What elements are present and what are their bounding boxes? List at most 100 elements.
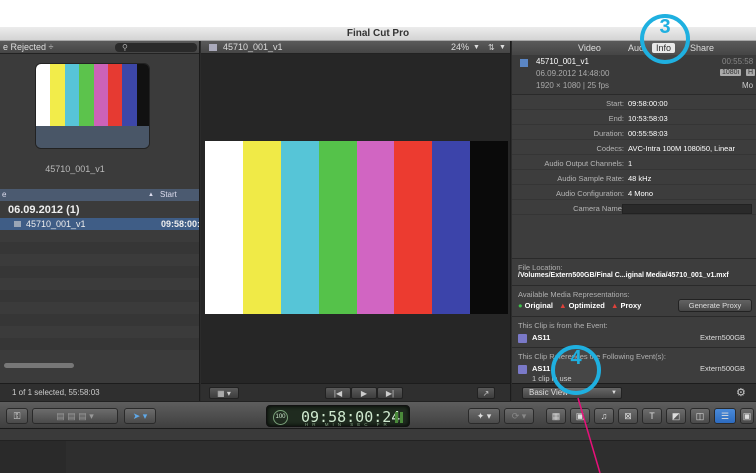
callout-4-number: 4 [570,347,582,369]
chevron-down-icon: ▼ [611,390,617,396]
column-start[interactable]: Start [160,189,177,201]
group-title: 06.09.2012 (1) [8,204,80,216]
browser-scrollbar[interactable] [4,363,74,368]
callout-3-number: 3 [659,16,671,38]
next-button[interactable]: ▶| [377,387,403,399]
summary-date: 06.09.2012 14:48:00 [536,69,610,78]
zoom-popup[interactable]: 24% [451,41,469,54]
key-icon[interactable]: ⚿ [6,408,28,424]
thumb-bar-5 [107,64,123,126]
property-row: Audio Configuration: 4 Mono [512,187,756,200]
property-value: AVC-Intra 100M 1080i50, Linear [628,144,736,153]
chevron-down-icon[interactable]: ▼ [473,41,480,54]
event-group-row[interactable]: 06.09.2012 (1) [0,202,199,218]
empty-rows [0,230,199,350]
property-row: Start: 09:58:00:00 [512,97,756,110]
callout-4: 4 [551,345,601,395]
mode-label: Mo [742,81,754,90]
viewer-bar-7 [470,141,508,314]
action-gear-icon[interactable]: ⚙ [736,386,746,399]
timecode-units: HR MIN SEC FR [305,422,391,427]
summary-clip-name: 45710_001_v1 [536,57,589,66]
event-icon [518,365,527,374]
available-media-label: Available Media Representations: [518,290,630,299]
timecode-badge: 100 [273,410,288,425]
event-icon [518,334,527,343]
property-key: Audio Sample Rate: [557,174,624,183]
property-key: Audio Configuration: [556,189,624,198]
edit-buttons[interactable]: ▤ ▤ ▤ ▾ [32,408,118,424]
view-options-button[interactable]: ▦ ▾ [209,387,239,399]
thumb-bar-1 [50,64,65,126]
clip-thumbnail[interactable] [35,63,150,149]
enhancements-button[interactable]: ✦ ▾ [468,408,500,424]
tab-share[interactable]: Share [690,41,714,55]
thumb-bar-3 [79,64,94,126]
summary-format: 1920 × 1080 | 25 fps [536,81,610,90]
viewer-title: 45710_001_v1 [223,42,283,52]
event1-volume: Extern500GB [700,333,746,342]
callout-3: 3 [640,14,690,64]
inspector-toggle-button[interactable]: ☰ [714,408,736,424]
viewer-controls: ▦ ▾ |◀ ▶ ▶| ↗ [201,383,510,401]
thumb-bar-2 [64,64,80,126]
event1-name[interactable]: AS11 [532,333,550,342]
audio-meter-icon [395,412,398,423]
file-location-label: File Location: [518,263,563,272]
thumb-bar-6 [122,64,137,126]
extra-button[interactable]: ▣ [740,408,754,424]
titles-browser-button[interactable]: T [642,408,662,424]
rep-proxy: Proxy [620,301,642,310]
play-button[interactable]: ▶ [351,387,377,399]
inspector-tabs: Video Aud Info Share [512,41,756,55]
fullscreen-button[interactable]: ↗ [477,387,495,399]
event-browser: e Rejected ÷ ⚲ 45710_001_v1 e ▲ Start 06… [0,41,200,401]
event2-name[interactable]: AS11 [532,364,550,373]
themes-browser-button[interactable]: ◫ [690,408,710,424]
viewer-color-bars [205,141,508,314]
property-value: 10:53:58:03 [628,114,668,123]
property-row: Duration: 00:55:58:03 [512,127,756,140]
viewer-header: 45710_001_v1 24% ▼ ⇅ ▼ [201,41,510,54]
viewer-bar-1 [242,141,281,314]
format-badge: 1080i [720,69,742,76]
property-key: Codecs: [596,144,624,153]
clip-icon [209,44,217,51]
clip-start: 09:58:00: [161,219,200,229]
generators-browser-button[interactable]: ◩ [666,408,686,424]
thumb-bar-7 [136,64,149,126]
viewer-bar-2 [280,141,319,314]
tab-video[interactable]: Video [578,41,601,55]
divider [512,347,756,348]
search-icon: ⚲ [122,43,128,52]
property-key: Start: [606,99,624,108]
inspector-footer: Basic View ▼ ⚙ [512,383,756,401]
property-value: 4 Mono [628,189,654,198]
property-value: 00:55:58:03 [628,129,668,138]
viewer-bar-4 [356,141,395,314]
thumb-bar-4 [93,64,108,126]
filter-popup[interactable]: e Rejected ÷ [3,41,53,54]
rep-optimized: Optimized [568,301,605,310]
screenshot-stage: Final Cut Pro e Rejected ÷ ⚲ 45710_001_v… [0,0,756,473]
fcp-window: Final Cut Pro e Rejected ÷ ⚲ 45710_001_v… [0,27,756,473]
previous-button[interactable]: |◀ [325,387,351,399]
rep-original: Original [524,301,553,310]
retime-button[interactable]: ⟳ ▾ [504,408,534,424]
summary-duration: 00:55:58 [722,57,754,66]
media-browser-button[interactable]: ▦ [546,408,566,424]
inspector: Video Aud Info Share 45710_001_v1 06.09.… [512,41,756,401]
column-name[interactable]: e [2,189,6,201]
photo-browser-button[interactable]: ▣ [570,408,590,424]
viewer-bar-5 [394,141,433,314]
viewer-bar-6 [432,141,471,314]
select-tool-button[interactable]: ➤ ▾ [124,408,156,424]
camera-name-input[interactable] [622,204,752,214]
music-browser-button[interactable]: ♫ [594,408,614,424]
chevron-down-icon[interactable]: ▼ [499,41,506,54]
property-value: 09:58:00:00 [628,99,668,108]
clip-row[interactable]: 45710_001_v1 09:58:00: [0,218,200,230]
switch-icon[interactable]: ⇅ [488,41,495,54]
transitions-browser-button[interactable]: ⊠ [618,408,638,424]
generate-proxy-button[interactable]: Generate Proxy [678,299,752,312]
